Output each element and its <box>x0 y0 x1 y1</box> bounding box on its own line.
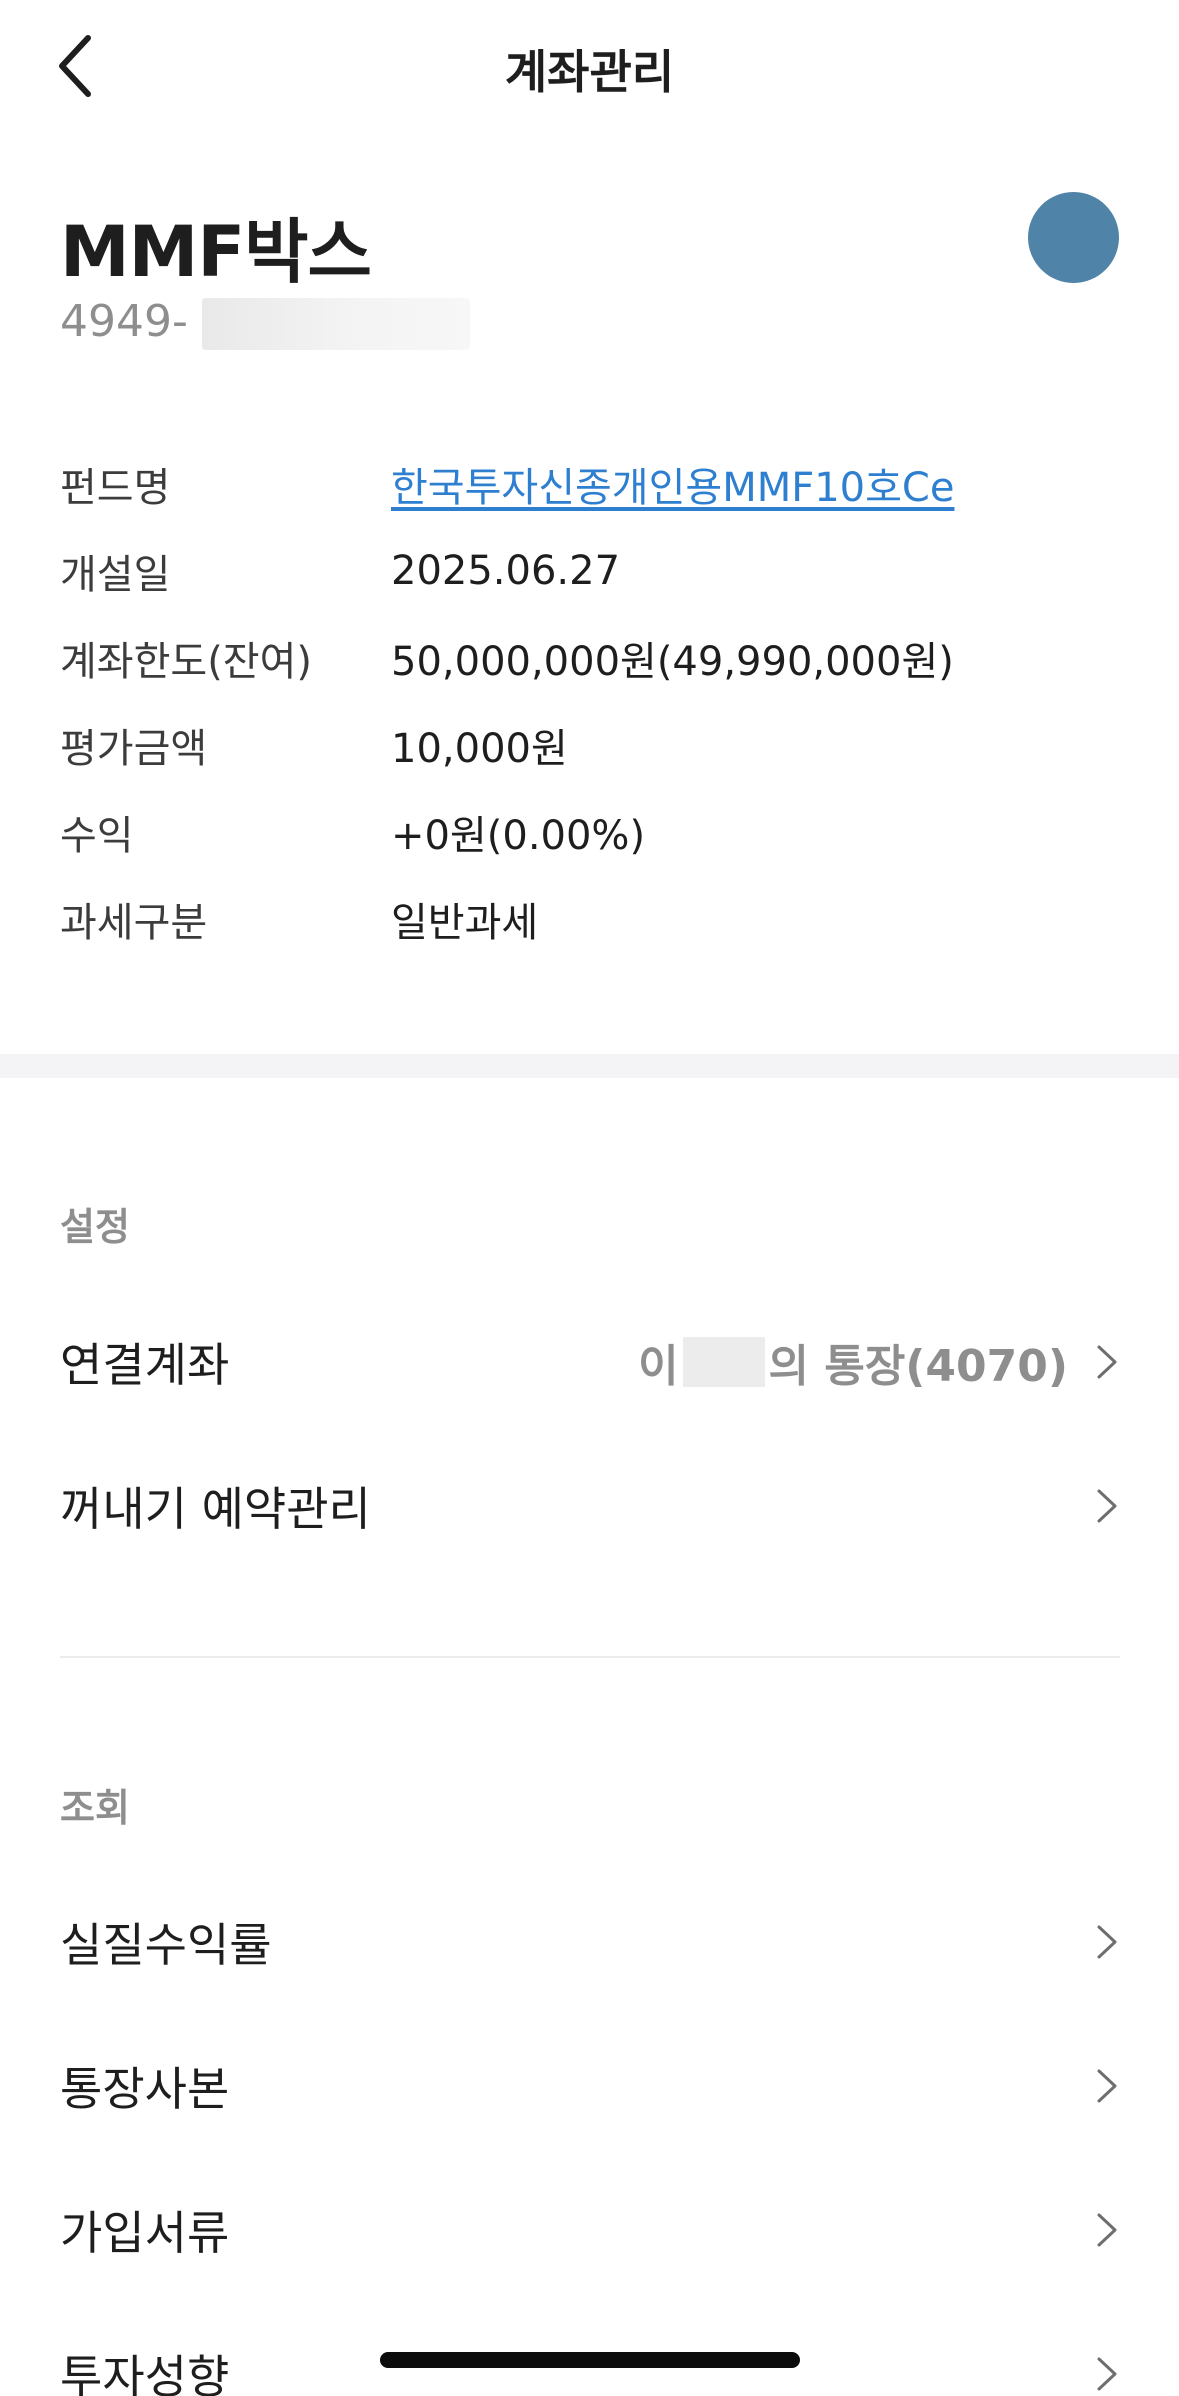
linked-account-value-suffix: 의 통장(4070) <box>768 1341 1068 1392</box>
info-row-profit: 수익 +0원(0.00%) <box>60 788 1120 875</box>
info-row-valuation: 평가금액 10,000원 <box>60 701 1120 788</box>
info-row-open-date: 개설일 2025.06.27 <box>60 527 1120 614</box>
section-divider <box>0 1054 1179 1078</box>
chevron-right-icon <box>1097 2357 1117 2391</box>
inquiry-section-title: 조회 <box>60 1786 130 1830</box>
info-row-limit: 계좌한도(잔여) 50,000,000원(49,990,000원) <box>60 614 1120 701</box>
account-management-screen: 계좌관리 MMF박스 4949- 펀드명 한국투자신종개인용MMF10호Ce 개… <box>0 0 1179 2396</box>
info-row-fund-name: 펀드명 한국투자신종개인용MMF10호Ce <box>60 440 1120 527</box>
info-label: 수익 <box>60 812 134 859</box>
chevron-right-icon <box>1097 2213 1117 2247</box>
account-name: MMF박스 <box>60 211 372 293</box>
menu-item-real-return[interactable]: 실질수익률 <box>60 1882 1120 2002</box>
menu-item-label: 가입서류 <box>60 2206 230 2260</box>
withdraw-schedule-row[interactable]: 꺼내기 예약관리 <box>60 1446 1120 1566</box>
chevron-right-icon <box>1097 1345 1117 1379</box>
info-row-tax-type: 과세구분 일반과세 <box>60 875 1120 962</box>
linked-account-value: 이 의 통장(4070) <box>638 1330 1068 1394</box>
info-value: 10,000원 <box>391 725 568 772</box>
menu-item-label: 투자성향 <box>60 2350 230 2396</box>
divider <box>60 1656 1120 1658</box>
menu-item-label: 통장사본 <box>60 2062 230 2116</box>
chevron-right-icon <box>1097 1489 1117 1523</box>
linked-account-value-prefix: 이 <box>638 1341 679 1392</box>
info-label: 평가금액 <box>60 725 208 772</box>
nav-bar: 계좌관리 <box>0 0 1179 140</box>
account-avatar[interactable] <box>1028 192 1119 283</box>
info-value: 2025.06.27 <box>391 547 621 594</box>
withdraw-schedule-label: 꺼내기 예약관리 <box>60 1482 371 1536</box>
menu-item-bankbook-copy[interactable]: 통장사본 <box>60 2026 1120 2146</box>
account-info-list: 펀드명 한국투자신종개인용MMF10호Ce 개설일 2025.06.27 계좌한… <box>60 440 1120 962</box>
info-label: 과세구분 <box>60 899 208 946</box>
fund-name-link[interactable]: 한국투자신종개인용MMF10호Ce <box>391 455 954 513</box>
info-value: +0원(0.00%) <box>391 812 646 859</box>
linked-account-row[interactable]: 연결계좌 이 의 통장(4070) <box>60 1302 1120 1422</box>
info-label: 계좌한도(잔여) <box>60 638 313 685</box>
info-label: 펀드명 <box>60 464 171 511</box>
chevron-right-icon <box>1097 2069 1117 2103</box>
info-value: 50,000,000원(49,990,000원) <box>391 638 954 685</box>
settings-section-title: 설정 <box>60 1205 130 1249</box>
page-title: 계좌관리 <box>504 45 675 99</box>
info-label: 개설일 <box>60 551 171 598</box>
linked-account-label: 연결계좌 <box>60 1338 230 1392</box>
account-number-mask <box>202 298 470 350</box>
owner-name-mask <box>682 1337 765 1387</box>
info-value: 일반과세 <box>391 899 539 946</box>
account-number: 4949- <box>60 296 188 347</box>
home-indicator[interactable] <box>380 2352 800 2368</box>
menu-item-documents[interactable]: 가입서류 <box>60 2170 1120 2290</box>
chevron-right-icon <box>1097 1925 1117 1959</box>
menu-item-label: 실질수익률 <box>60 1918 272 1972</box>
